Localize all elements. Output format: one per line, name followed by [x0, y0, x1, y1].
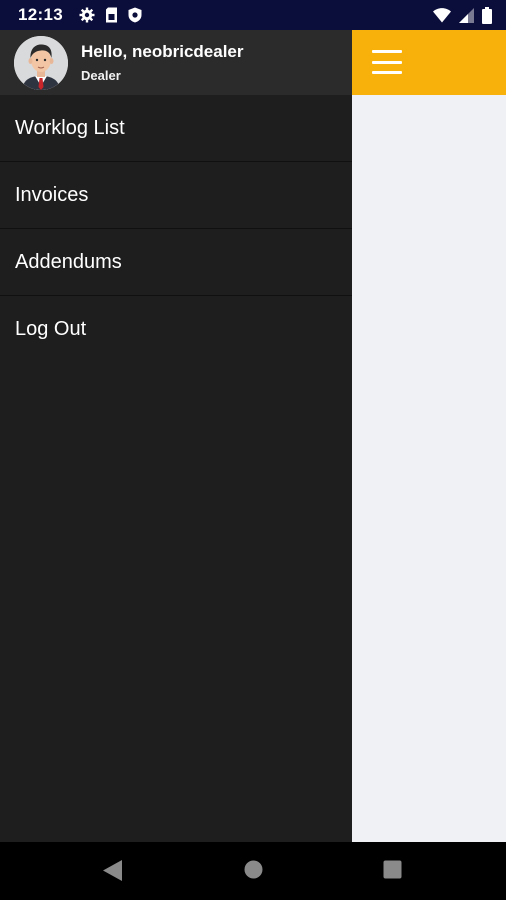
back-icon[interactable]	[103, 860, 122, 886]
app-toolbar	[352, 30, 506, 95]
menu-item-worklog-list[interactable]: Worklog List	[0, 95, 352, 162]
recents-icon[interactable]	[383, 860, 402, 884]
avatar	[14, 35, 68, 90]
user-role: Dealer	[81, 68, 121, 83]
navigation-drawer: Hello, neobricdealer Dealer Worklog List…	[0, 30, 352, 842]
status-bar: 12:13	[0, 0, 506, 30]
app-content	[352, 95, 506, 842]
user-info: Hello, neobricdealer Dealer	[81, 42, 244, 83]
status-icons-right	[433, 6, 492, 24]
drawer-header: Hello, neobricdealer Dealer	[0, 30, 352, 95]
signal-icon	[459, 7, 474, 23]
status-time: 12:13	[18, 5, 63, 24]
battery-icon	[482, 6, 492, 24]
gear-icon	[79, 7, 95, 23]
navigation-bar	[0, 842, 506, 900]
menu-item-addendums[interactable]: Addendums	[0, 229, 352, 296]
status-icons-left	[79, 7, 142, 23]
user-greeting: Hello, neobricdealer	[81, 42, 244, 61]
wifi-icon	[433, 7, 451, 23]
shield-icon	[128, 7, 142, 23]
hamburger-menu-icon[interactable]	[372, 50, 402, 74]
home-icon[interactable]	[244, 860, 263, 884]
menu-item-invoices[interactable]: Invoices	[0, 162, 352, 229]
menu-item-log-out[interactable]: Log Out	[0, 296, 352, 363]
sim-card-icon	[105, 7, 118, 23]
